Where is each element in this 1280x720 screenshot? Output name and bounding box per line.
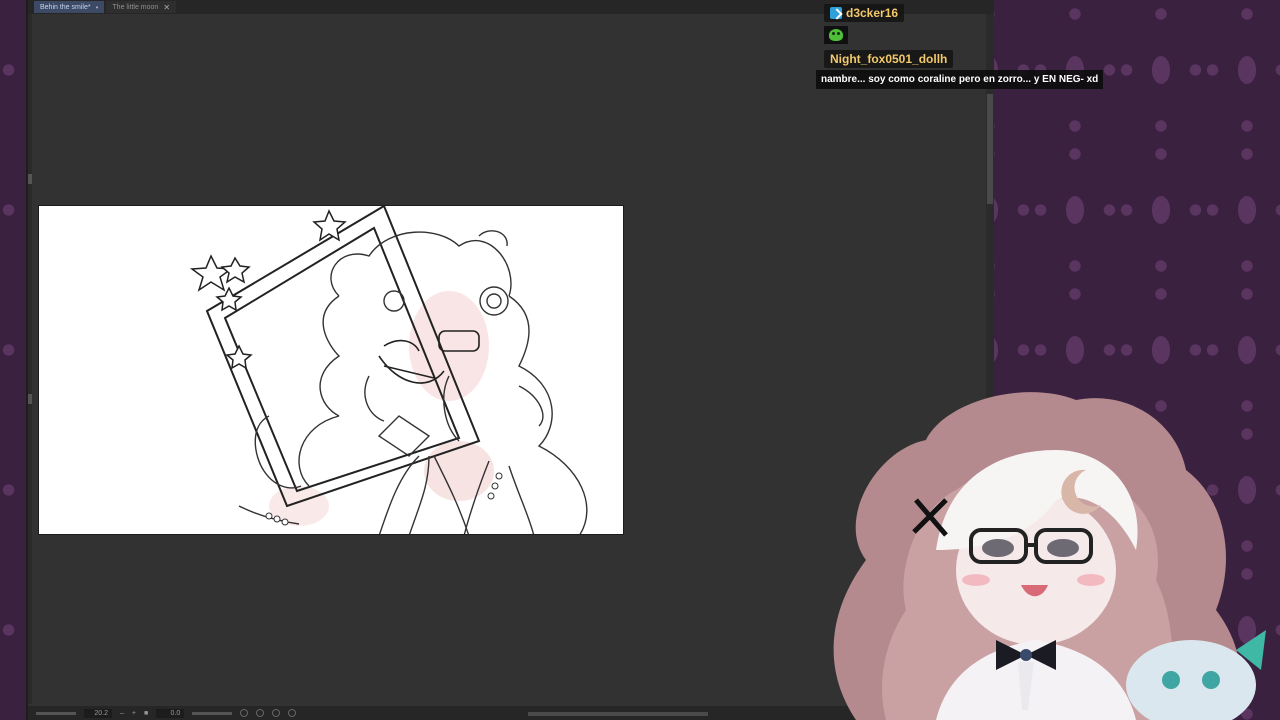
vtuber-avatar (796, 380, 1280, 720)
stream-chat-overlay: d3cker16 Night_fox0501_dollh nambre... s… (816, 0, 1104, 96)
chat-text: nambre... soy como coraline pero en zorr… (816, 70, 1104, 89)
username-text: d3cker16 (846, 6, 899, 20)
rail-marker[interactable] (28, 174, 32, 184)
modified-dot-icon: • (95, 2, 99, 12)
zoom-in-icon[interactable]: + (132, 710, 136, 717)
flip-icon[interactable] (288, 709, 297, 717)
chat-username: d3cker16 (824, 4, 905, 22)
zoom-out-icon[interactable]: – (120, 710, 124, 717)
rail-marker[interactable] (28, 394, 32, 404)
reset-rotation-icon[interactable] (272, 709, 281, 717)
horizontal-scrollbar[interactable] (528, 712, 708, 716)
scrollbar-thumb[interactable] (987, 94, 993, 204)
tab-label: Behin the smile* (40, 3, 91, 11)
tab-behin-the-smile[interactable]: Behin the smile* • (34, 1, 105, 13)
username-text: Night_fox0501_dollh (830, 52, 948, 66)
chat-message: d3cker16 (824, 4, 905, 44)
tab-label: The little moon (112, 3, 159, 11)
rotate-left-icon[interactable] (240, 709, 249, 717)
line-art-illustration (189, 206, 588, 534)
chat-message: Night_fox0501_dollh (824, 50, 954, 68)
zoom-slider[interactable] (36, 711, 76, 715)
rotation-slider[interactable] (192, 711, 233, 715)
tab-the-little-moon[interactable]: The little moon ✕ (106, 1, 177, 13)
close-icon[interactable]: ✕ (163, 3, 170, 12)
checkmark-icon (830, 7, 842, 19)
rotation-value[interactable]: 0.0 (156, 708, 185, 718)
zoom-value[interactable]: 20.2 (84, 708, 112, 718)
chat-message-text: nambre... soy como coraline pero en zorr… (816, 70, 1104, 89)
stop-icon[interactable]: ■ (144, 710, 148, 717)
chat-username: Night_fox0501_dollh (824, 50, 954, 68)
slime-emote-icon (829, 29, 843, 41)
chat-emote (824, 26, 848, 44)
rotate-right-icon[interactable] (256, 709, 265, 717)
drawing-canvas[interactable] (38, 205, 624, 535)
left-rail (28, 14, 32, 704)
